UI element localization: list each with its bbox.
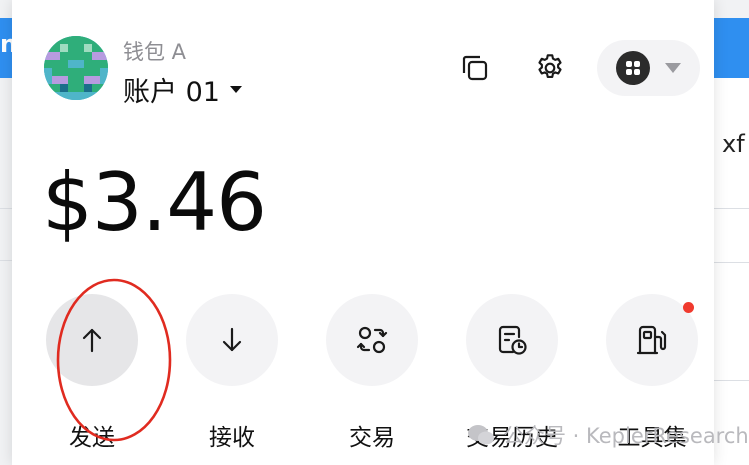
history-icon — [498, 325, 527, 355]
background-content-text: xf — [722, 130, 745, 158]
caret-down-icon — [665, 63, 681, 73]
background-divider — [0, 260, 12, 261]
settings-button[interactable] — [530, 48, 570, 88]
notification-dot — [683, 302, 694, 313]
receive-button[interactable]: 接收 — [186, 294, 278, 452]
account-selector[interactable]: 账户 01 — [123, 70, 242, 109]
annotation-circle — [56, 278, 172, 442]
copy-address-button[interactable] — [455, 48, 495, 88]
chevron-down-icon — [229, 86, 242, 93]
arrow-down-icon — [222, 327, 242, 352]
background-divider — [0, 208, 12, 209]
total-balance: $3.46 — [42, 156, 267, 249]
gas-pump-icon — [636, 325, 667, 355]
network-selector[interactable] — [597, 40, 700, 96]
pixel-avatar-icon[interactable] — [44, 36, 108, 100]
wallet-name: 钱包 A — [123, 40, 187, 64]
background-divider — [714, 208, 749, 209]
gear-icon — [538, 54, 562, 78]
copy-icon — [462, 55, 488, 81]
receive-label: 接收 — [209, 425, 255, 451]
background-divider — [714, 262, 749, 263]
swap-icon — [356, 326, 388, 354]
account-name: 账户 01 — [123, 77, 220, 108]
swap-button[interactable]: 交易 — [326, 294, 418, 452]
grid-icon — [616, 51, 650, 85]
watermark-text: 公众号 · KeplerResearch — [503, 424, 749, 448]
background-divider — [714, 380, 749, 381]
wallet-popup: 钱包 A 账户 01 $3.46 发送 接收 交易 交易历史 工具集 公众号 ·… — [12, 0, 749, 465]
swap-label: 交易 — [349, 425, 395, 451]
watermark: 公众号 · KeplerResearch — [467, 420, 749, 450]
chat-bubble-icon — [468, 425, 494, 445]
